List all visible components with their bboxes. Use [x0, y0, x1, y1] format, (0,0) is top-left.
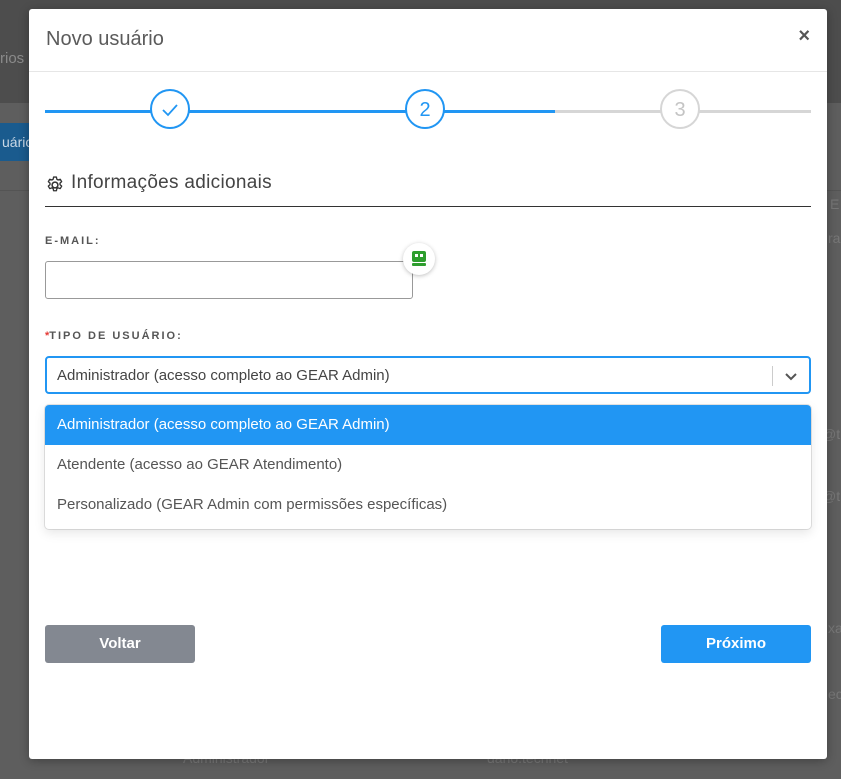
step-2-active: 2 — [405, 89, 445, 129]
user-type-select[interactable]: Administrador (acesso completo ao GEAR A… — [45, 356, 811, 394]
background-cell: ra — [828, 230, 841, 246]
next-button[interactable]: Próximo — [661, 625, 811, 663]
check-icon — [162, 104, 178, 117]
step-1-complete — [150, 89, 190, 129]
password-manager-icon[interactable] — [403, 243, 435, 275]
section-header: Informações adicionais — [45, 172, 811, 207]
background-cell: ec — [828, 686, 841, 702]
option-personalizado[interactable]: Personalizado (GEAR Admin com permissões… — [45, 485, 811, 525]
user-type-selected-value: Administrador (acesso completo ao GEAR A… — [57, 367, 390, 384]
back-button[interactable]: Voltar — [45, 625, 195, 663]
gear-icon — [47, 176, 63, 192]
robot-icon — [412, 251, 426, 266]
user-type-label: *TIPO DE USUÁRIO: — [45, 330, 183, 342]
stepper-progress-line — [45, 110, 555, 113]
select-separator — [772, 366, 773, 386]
background-title: rios — [0, 50, 25, 67]
stepper: 2 3 — [45, 87, 811, 135]
background-cell: E — [830, 196, 840, 212]
modal-title: Novo usuário — [46, 28, 164, 50]
background-cell: xa — [828, 620, 841, 636]
email-label: E-MAIL: — [45, 235, 101, 247]
user-type-label-text: TIPO DE USUÁRIO: — [49, 330, 183, 342]
modal-header: Novo usuário × — [29, 9, 827, 72]
chevron-down-icon[interactable] — [783, 368, 799, 384]
close-button[interactable]: × — [798, 26, 810, 46]
new-user-modal: Novo usuário × 2 3 Informações adicionai… — [29, 9, 827, 759]
step-3-pending: 3 — [660, 89, 700, 129]
section-title: Informações adicionais — [71, 172, 272, 193]
option-administrador[interactable]: Administrador (acesso completo ao GEAR A… — [45, 405, 811, 445]
user-type-dropdown-menu: Administrador (acesso completo ao GEAR A… — [45, 405, 811, 529]
option-atendente[interactable]: Atendente (acesso ao GEAR Atendimento) — [45, 445, 811, 485]
email-field[interactable] — [45, 261, 413, 299]
